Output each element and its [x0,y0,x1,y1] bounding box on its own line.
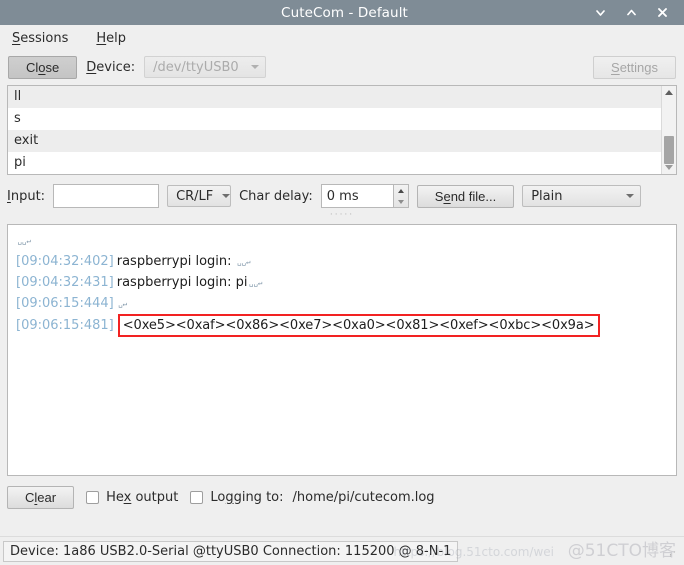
device-label: Device: [86,59,136,75]
titlebar: CuteCom - Default [0,0,684,25]
control-char-glyphs: ␣↵ [118,299,128,308]
checkbox-box[interactable] [190,490,204,504]
highlighted-hex-bytes: <0xe5><0xaf><0x86><0xe7><0xa0><0x81><0xe… [117,314,600,337]
terminal-line: [09:06:15:481] <0xe5><0xaf><0x86><0xe7><0… [12,314,672,337]
line-ending-combo[interactable]: CR/LF [167,185,232,207]
stepper-up-icon[interactable] [394,185,408,196]
statusbar: Device: 1a86 USB2.0-Serial @ttyUSB0 Conn… [0,536,684,565]
terminal-line: [09:04:32:402] raspberrypi login: ␣␣↵ [12,251,672,272]
device-combo-value: /dev/ttyUSB0 [153,59,239,75]
splitter-grip[interactable]: ····· [330,211,354,220]
terminal-line: [09:04:32:431] raspberrypi login: pi ␣␣↵ [12,272,672,293]
settings-button[interactable]: Settings [593,55,676,79]
scroll-down-icon[interactable] [662,161,676,174]
line-ending-value: CR/LF [176,188,214,204]
chevron-down-icon [626,194,635,198]
input-field[interactable] [53,184,160,208]
char-delay-stepper[interactable]: 0 ms [320,184,409,208]
control-char-glyphs: ␣␣↵ [237,257,251,266]
send-format-value: Plain [531,188,563,204]
send-file-button[interactable]: Send file... [416,184,515,208]
history-item[interactable]: s [8,108,661,130]
menubar: Sessions Help [0,25,684,51]
terminal-timestamp: [09:06:15:444] [16,296,114,311]
menu-sessions[interactable]: Sessions [9,29,71,48]
menu-help[interactable]: Help [93,29,129,48]
close-connection-button[interactable]: Close [8,55,78,79]
terminal-text: raspberrypi login: pi [116,275,248,290]
history-item[interactable]: exit [8,130,661,152]
checkbox-box[interactable] [86,490,100,504]
terminal-timestamp: [09:04:32:402] [16,254,114,269]
bottom-controls: Clear Hex output Logging to: /home/pi/cu… [0,480,684,514]
resize-grip[interactable]: .· · [669,549,681,563]
terminal-line: ␣␣↵ [12,230,672,251]
hex-output-checkbox[interactable]: Hex output [86,490,178,505]
toolbar: Close Device: /dev/ttyUSB0 Settings [0,51,684,83]
history-rows: ll s exit pi [8,86,661,174]
char-delay-spin-buttons [392,184,409,208]
stepper-down-icon[interactable] [394,196,408,207]
history-scrollbar[interactable] [661,86,676,174]
minimize-icon[interactable] [593,5,608,20]
watermark-text: @51CTO博客 [567,541,676,561]
terminal-line: [09:06:15:444] ␣↵ [12,293,672,314]
command-history-list[interactable]: ll s exit pi [7,85,677,175]
device-combo[interactable]: /dev/ttyUSB0 [144,56,267,78]
chevron-down-icon [251,65,260,69]
logging-label: Logging to: [210,489,284,505]
cutecom-window: CuteCom - Default Sessions Help Close De… [0,0,684,565]
terminal-timestamp: [09:04:32:431] [16,275,114,290]
window-title: CuteCom - Default [281,4,408,21]
char-delay-value[interactable]: 0 ms [320,184,393,208]
input-row: Input: CR/LF Char delay: 0 ms Send file.… [0,180,684,212]
maximize-icon[interactable] [624,5,639,20]
control-char-glyphs: ␣␣↵ [17,236,32,245]
history-item[interactable]: pi [8,152,661,174]
splitter-row: ····· [0,211,684,220]
titlebar-buttons [593,5,684,20]
hex-output-label: Hex output [106,489,179,505]
send-format-combo[interactable]: Plain [522,185,642,207]
history-item[interactable]: ll [8,86,661,108]
log-file-path[interactable]: /home/pi/cutecom.log [293,490,435,505]
terminal-text: raspberrypi login: [116,254,236,269]
terminal-timestamp: [09:06:15:481] [16,318,114,333]
scroll-up-icon[interactable] [662,86,676,99]
chevron-down-icon [222,194,231,198]
logging-checkbox[interactable]: Logging to: [190,489,284,505]
input-label: Input: [7,188,46,204]
scrollbar-thumb[interactable] [664,136,674,164]
terminal-output[interactable]: ␣␣↵ [09:04:32:402] raspberrypi login: ␣␣↵… [7,224,677,476]
control-char-glyphs: ␣␣↵ [249,278,263,287]
clear-button[interactable]: Clear [7,485,75,509]
char-delay-label: Char delay: [239,188,313,204]
status-text: Device: 1a86 USB2.0-Serial @ttyUSB0 Conn… [3,540,459,562]
close-icon[interactable] [655,5,670,20]
